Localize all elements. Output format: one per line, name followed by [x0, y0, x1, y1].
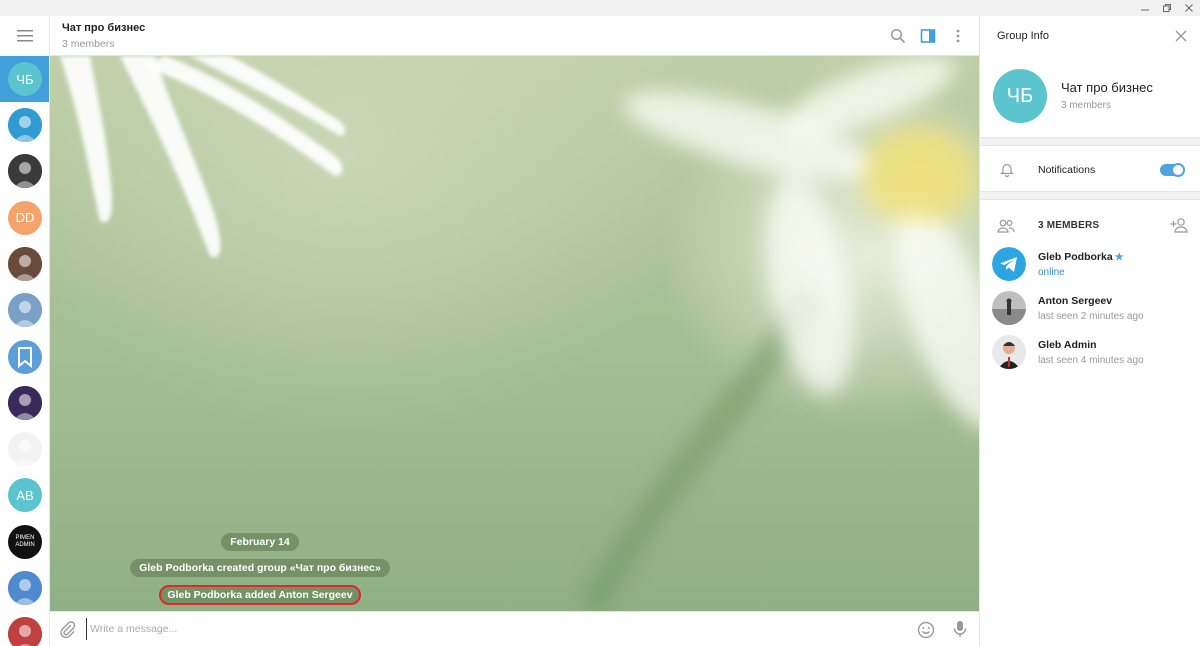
photo-avatar [8, 617, 42, 646]
member-status: last seen 4 minutes ago [1038, 355, 1144, 366]
panel-title: Group Info [997, 30, 1049, 42]
member-name: Gleb Podborka ★ [1038, 251, 1124, 263]
chat-messages-area: February 14 Gleb Podborka created group … [50, 56, 979, 611]
group-members-icon [997, 219, 1015, 233]
members-count-label: 3 MEMBERS [1038, 220, 1100, 231]
photo-avatar [992, 335, 1026, 369]
restore-icon [1163, 4, 1171, 12]
chat-item[interactable] [0, 380, 49, 426]
hamburger-icon [17, 30, 33, 42]
member-status: online [1038, 267, 1065, 278]
group-info-panel: Group Info ЧБ Чат про бизнес 3 members N… [979, 16, 1200, 646]
emoji-icon[interactable] [916, 620, 936, 640]
chat-title[interactable]: Чат про бизнес [62, 22, 145, 34]
group-name: Чат про бизнес [1061, 80, 1153, 95]
photo-avatar [8, 385, 42, 420]
photo-avatar [8, 108, 42, 142]
chat-item[interactable] [0, 148, 49, 194]
add-user-icon[interactable] [1169, 216, 1189, 234]
member-name: Gleb Admin [1038, 339, 1097, 351]
photo-avatar [8, 432, 42, 467]
member-item[interactable]: Anton Sergeev last seen 2 minutes ago [980, 286, 1200, 330]
chat-member-count: 3 members [62, 38, 115, 50]
admin-star-icon: ★ [1114, 252, 1124, 263]
chat-item[interactable] [0, 102, 49, 148]
attach-icon[interactable] [58, 620, 78, 640]
minimize-button[interactable] [1134, 0, 1156, 16]
photo-avatar [8, 154, 42, 189]
chat-item[interactable] [0, 287, 49, 333]
chat-item[interactable]: PIMEN ADMIN [0, 519, 49, 565]
section-divider [980, 192, 1200, 200]
group-avatar[interactable]: ЧБ [993, 69, 1047, 123]
avatar: PIMEN ADMIN [8, 524, 42, 559]
service-messages: February 14 Gleb Podborka created group … [50, 533, 470, 605]
search-icon [890, 28, 906, 44]
member-avatar [992, 291, 1026, 325]
close-window-button[interactable] [1178, 0, 1200, 16]
photo-avatar [8, 293, 42, 328]
avatar: DD [8, 200, 42, 235]
more-vertical-icon [956, 29, 960, 43]
group-member-count: 3 members [1061, 100, 1112, 111]
service-message-highlighted: Gleb Podborka added Anton Sergeev [159, 585, 361, 605]
avatar: AB [8, 478, 42, 513]
notifications-label: Notifications [1038, 164, 1096, 176]
chat-item-active[interactable]: ЧБ [0, 56, 49, 102]
minimize-icon [1141, 9, 1149, 11]
wallpaper-image [60, 56, 979, 611]
chat-list-sidebar: ЧБ DD AB PIMEN ADMIN [0, 16, 50, 646]
chat-item[interactable] [0, 565, 49, 611]
window-titlebar [0, 0, 1200, 16]
header-actions [887, 26, 969, 46]
message-composer [50, 611, 979, 646]
group-summary: ЧБ Чат про бизнес 3 members [980, 56, 1200, 138]
member-name: Anton Sergeev [1038, 295, 1113, 307]
member-avatar [992, 247, 1026, 281]
service-message: Gleb Podborka created group «Чат про биз… [130, 559, 390, 577]
members-header: 3 MEMBERS [980, 208, 1200, 242]
message-input[interactable] [86, 618, 886, 640]
photo-avatar [8, 571, 42, 605]
toggle-knob [1171, 163, 1185, 177]
section-divider [980, 138, 1200, 146]
member-item[interactable]: Gleb Admin last seen 4 minutes ago [980, 330, 1200, 374]
microphone-icon[interactable] [950, 619, 970, 639]
group-info-header: Group Info [980, 16, 1200, 56]
member-item[interactable]: Gleb Podborka ★ online [980, 242, 1200, 286]
toggle-info-panel-button[interactable] [917, 26, 939, 46]
date-separator: February 14 [221, 533, 299, 551]
bookmark-icon [8, 339, 42, 374]
bell-icon [1000, 163, 1014, 177]
search-button[interactable] [887, 26, 909, 46]
more-options-button[interactable] [947, 26, 969, 46]
telegram-icon [992, 247, 1026, 281]
sidebar-panel-icon [920, 29, 936, 43]
notifications-toggle[interactable] [1160, 163, 1185, 177]
close-icon[interactable] [1173, 28, 1189, 44]
photo-avatar [992, 291, 1026, 325]
avatar: ЧБ [8, 62, 42, 96]
main-menu-button[interactable] [0, 16, 49, 56]
member-avatar [992, 335, 1026, 369]
chat-item[interactable] [0, 334, 49, 380]
photo-avatar [8, 246, 42, 281]
window-controls [1134, 0, 1200, 16]
chat-item[interactable] [0, 241, 49, 287]
chat-item[interactable] [0, 426, 49, 472]
member-status: last seen 2 minutes ago [1038, 311, 1144, 322]
chat-item[interactable]: DD [0, 195, 49, 241]
restore-button[interactable] [1156, 0, 1178, 16]
chat-item[interactable]: AB [0, 472, 49, 518]
chat-header: Чат про бизнес 3 members [50, 16, 979, 56]
notifications-row[interactable]: Notifications [980, 146, 1200, 192]
chat-item[interactable] [0, 611, 49, 646]
close-icon [1185, 4, 1193, 12]
